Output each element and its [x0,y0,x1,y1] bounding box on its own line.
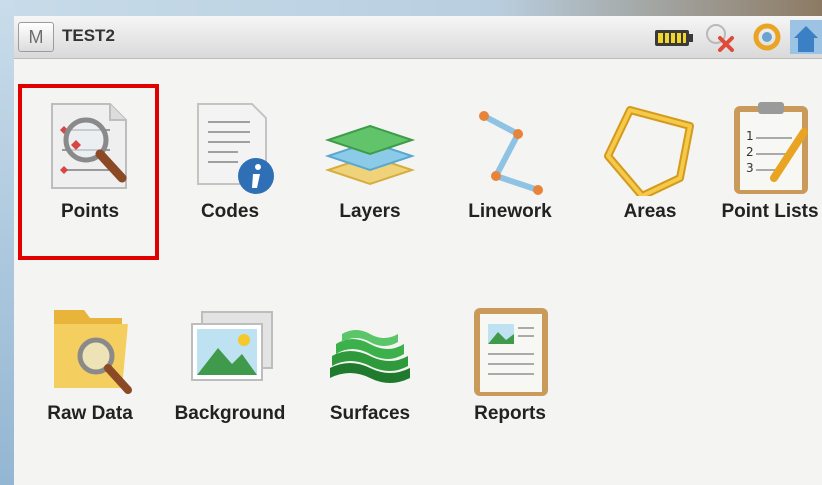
tile-point-lists[interactable]: 1 2 3 Point Lists [700,86,822,256]
tile-label: Surfaces [329,403,411,424]
battery-icon [655,30,693,46]
tile-label: Codes [200,201,260,222]
svg-text:2: 2 [746,145,754,159]
tile-label: Raw Data [47,403,133,424]
device-bezel-left [0,0,14,485]
layers-icon [324,124,416,186]
svg-text:3: 3 [746,161,754,175]
tile-reports[interactable]: Reports [440,288,580,458]
linework-icon [479,111,543,195]
reports-icon [474,308,548,396]
tile-label: Linework [468,201,552,222]
background-image-icon [191,311,273,381]
tile-surfaces[interactable]: Surfaces [300,288,440,458]
tile-points[interactable]: Points [20,86,160,256]
tile-background[interactable]: Background [160,288,300,458]
raw-data-icon [54,310,132,394]
home-icon[interactable] [790,20,822,54]
tile-label: Background [174,403,286,424]
tile-label: Point Lists [721,201,819,222]
title-bar: M TEST2 [14,16,822,59]
gps-disconnected-icon[interactable] [704,22,738,52]
areas-icon [604,106,694,196]
point-lists-icon: 1 2 3 [734,102,808,194]
device-bezel-top [0,0,822,16]
svg-text:1: 1 [746,129,754,143]
surfaces-icon [330,330,410,383]
main-menu-button[interactable]: M [18,22,54,52]
screen: M TEST2 Points Codes Layers Linework Are… [14,16,822,485]
tile-codes[interactable]: Codes [160,86,300,256]
points-magnifier-icon [51,103,127,189]
tile-label: Areas [623,201,677,222]
job-title: TEST2 [62,26,115,45]
tile-raw-data[interactable]: Raw Data [20,288,160,458]
sync-icon[interactable] [752,22,782,52]
tile-areas[interactable]: Areas [580,86,720,256]
tile-label: Reports [474,403,546,424]
tile-label: Layers [339,201,401,222]
tile-linework[interactable]: Linework [440,86,580,256]
codes-info-icon [197,103,274,194]
tile-layers[interactable]: Layers [300,86,440,256]
tile-label: Points [60,201,120,222]
